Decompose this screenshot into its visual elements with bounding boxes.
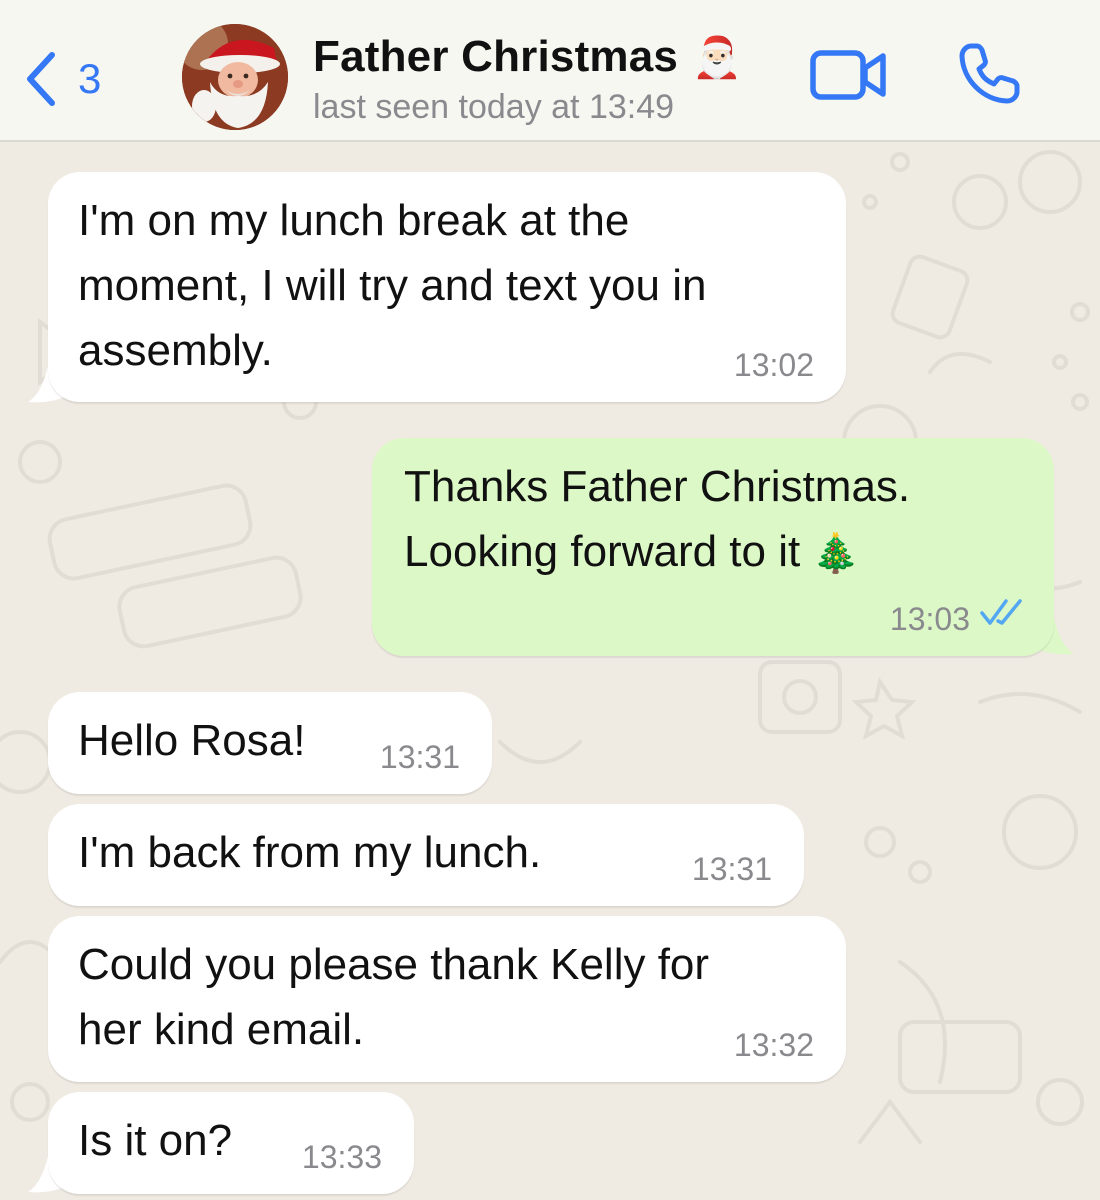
contact-name: Father Christmas [313, 32, 679, 81]
message-text: I'm back from my lunch. [78, 828, 542, 877]
christmas-tree-emoji: 🎄 [812, 533, 860, 575]
unread-count: 3 [78, 55, 102, 102]
avatar[interactable] [182, 24, 288, 130]
message-bubble-outgoing[interactable]: Thanks Father Christmas. Looking forward… [372, 438, 1054, 656]
message-time: 13:03 [889, 601, 970, 637]
message-time: 13:31 [379, 739, 460, 775]
message-bubble-incoming[interactable]: Is it on? 13:33 [48, 1092, 414, 1194]
contact-info[interactable]: Father Christmas 🎅🏻 last seen today at 13… [313, 30, 742, 129]
chat-header: 3 Father Christmas 🎅🏻 last seen today at… [0, 0, 1100, 142]
message-bubble-incoming[interactable]: I'm on my lunch break at the moment, I w… [48, 172, 846, 402]
message-bubble-incoming[interactable]: I'm back from my lunch. 13:31 [48, 804, 804, 906]
message-time: 13:31 [691, 851, 772, 887]
message-time: 13:33 [301, 1139, 382, 1175]
message-text: I'm on my lunch break at the moment, I w… [78, 196, 707, 375]
santa-emoji: 🎅🏻 [692, 36, 743, 80]
message-time: 13:32 [733, 1027, 814, 1063]
double-check-read-icon [980, 597, 1026, 632]
phone-icon [955, 40, 1023, 108]
message-bubble-incoming[interactable]: Could you please thank Kelly for her kin… [48, 916, 846, 1082]
santa-avatar-image [182, 24, 288, 130]
video-call-button[interactable] [810, 48, 888, 102]
last-seen-status: last seen today at 13:49 [313, 88, 675, 126]
message-time: 13:02 [733, 347, 814, 383]
message-bubble-incoming[interactable]: Hello Rosa! 13:31 [48, 692, 492, 794]
voice-call-button[interactable] [955, 40, 1023, 108]
message-text: Is it on? [78, 1116, 233, 1165]
chat-area[interactable]: I'm on my lunch break at the moment, I w… [0, 142, 1100, 1200]
video-camera-icon [810, 48, 888, 102]
back-button[interactable]: 3 [24, 44, 101, 114]
message-text: Hello Rosa! [78, 716, 306, 765]
message-text: Could you please thank Kelly for her kin… [78, 940, 710, 1054]
chevron-left-icon [24, 51, 58, 107]
